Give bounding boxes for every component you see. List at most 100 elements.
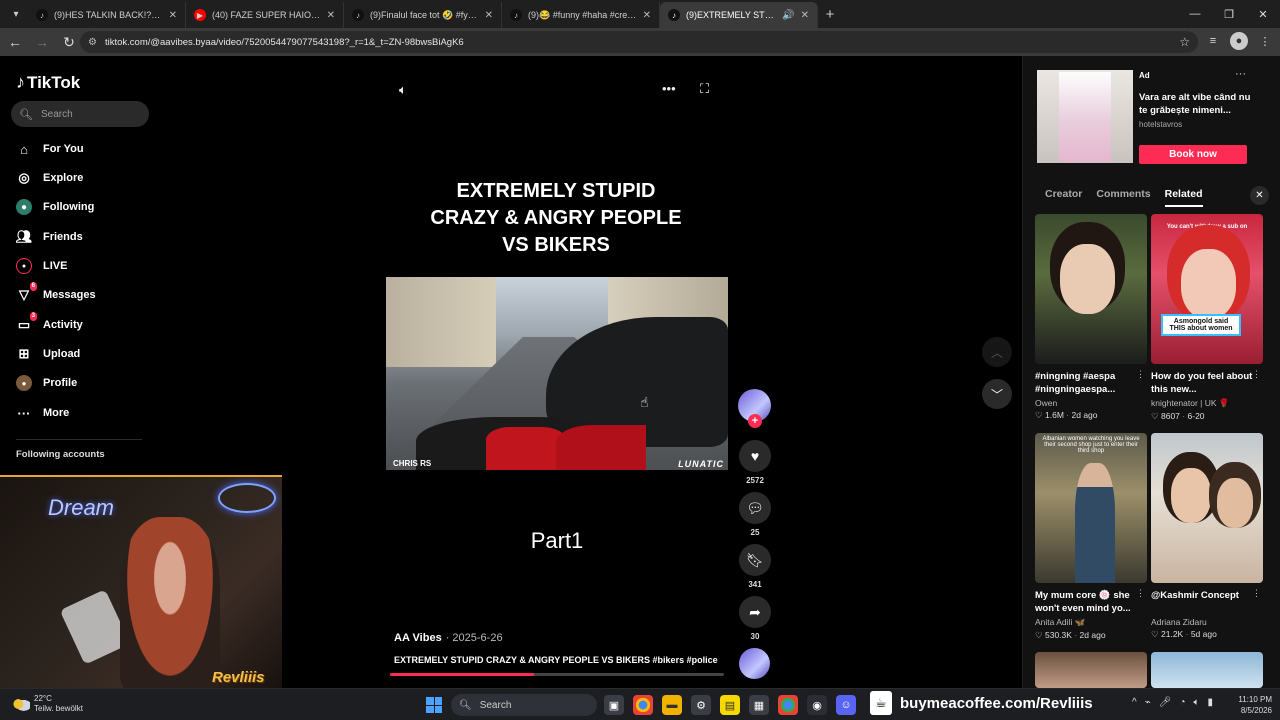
app-icon[interactable]: ▦ — [749, 695, 769, 715]
file-explorer-icon[interactable]: ▬ — [662, 695, 682, 715]
video-thumbnail[interactable]: Albanian women watching you leave their … — [1035, 433, 1147, 583]
video-thumbnail[interactable] — [1035, 214, 1147, 364]
video-thumbnail[interactable] — [1151, 433, 1263, 583]
comment-button[interactable]: 💬︎ — [739, 492, 771, 524]
sticky-notes-icon[interactable]: ▤ — [720, 695, 740, 715]
tab-creator[interactable]: Creator — [1045, 188, 1082, 207]
battery-icon[interactable]: ▮ — [1207, 697, 1213, 708]
sidebar-item-profile[interactable]: ● Profile — [16, 375, 77, 391]
volume-icon[interactable]: 🔈︎ — [399, 82, 407, 98]
restore-icon[interactable]: ❐ — [1212, 0, 1246, 28]
fullscreen-icon[interactable]: ⛶ — [700, 81, 709, 97]
sidebar-item-friends[interactable]: 👥︎ Friends — [16, 229, 83, 245]
card-author[interactable]: Adriana Zidaru — [1151, 617, 1263, 627]
close-icon[interactable]: ✕ — [643, 10, 651, 21]
more-icon[interactable]: ··· — [1235, 68, 1246, 80]
video-thumbnail[interactable] — [1035, 652, 1147, 688]
clock[interactable]: 11:10 PM 8/5/2026 — [1228, 694, 1272, 716]
close-window-icon[interactable]: ✕ — [1246, 0, 1280, 28]
like-button[interactable]: ♥ — [739, 440, 771, 472]
browser-tab[interactable]: ♪ (9)Finalul face tot 🤣 #fyp #vin ✕ — [344, 2, 502, 28]
site-info-icon[interactable]: ⚙ — [88, 37, 97, 48]
save-button[interactable]: 🔖︎ — [739, 544, 771, 576]
card-title[interactable]: How do you feel about this new... — [1151, 370, 1263, 396]
browser-tab[interactable]: ▶ (40) FAZE SUPER HAIOASE - Yo ✕ — [186, 2, 344, 28]
related-video-card[interactable]: @Kashmir Concept ⋮ Adriana Zidaru ♡ 21.2… — [1151, 433, 1263, 640]
url-field[interactable]: ⚙ tiktok.com/@aavibes.byaa/video/7520054… — [80, 31, 1198, 53]
chrome-icon[interactable] — [778, 695, 798, 715]
follow-plus-icon[interactable]: + — [748, 414, 762, 428]
minimize-icon[interactable]: — — [1178, 0, 1212, 28]
sidebar-item-messages[interactable]: ▽ 6 Messages — [16, 282, 96, 303]
sidebar-item-following[interactable]: ● Following — [16, 199, 94, 215]
card-author[interactable]: Anita Adili 🦋 — [1035, 617, 1147, 628]
related-video-card[interactable]: #ningning #aespa #ningningaespa... ⋮ Owe… — [1035, 214, 1147, 421]
card-title[interactable]: My mum core 🍥 she won't even mind yo... — [1035, 589, 1147, 615]
book-now-button[interactable]: Book now — [1139, 145, 1247, 164]
tiktok-logo[interactable]: ♪ TikTok — [16, 72, 80, 93]
video-frame[interactable]: CHRIS RS LUNATIC — [386, 277, 728, 470]
author-name[interactable]: AA Vibes — [394, 632, 442, 644]
video-thumbnail[interactable] — [1151, 652, 1263, 688]
weather-widget[interactable]: 22°C Teilw. bewölkt — [12, 694, 83, 714]
share-button[interactable]: ➦ — [739, 596, 771, 628]
sidebar-item-activity[interactable]: ▭ 3 Activity — [16, 312, 83, 333]
more-icon[interactable]: ⋮ — [1252, 588, 1261, 599]
card-author[interactable]: Owen — [1035, 398, 1147, 408]
sidebar-item-explore[interactable]: ◎ Explore — [16, 170, 83, 186]
related-video-card[interactable]: Albanian women watching you leave their … — [1035, 433, 1147, 641]
sidebar-item-for-you[interactable]: ⌂ For You — [16, 141, 83, 157]
sidebar-item-live[interactable]: ● LIVE — [16, 258, 67, 274]
card-title[interactable]: @Kashmir Concept — [1151, 589, 1263, 615]
avatar[interactable]: ● — [1230, 32, 1248, 50]
network-icon[interactable]: ⌁ — [1145, 697, 1151, 708]
close-icon[interactable]: ✕ — [801, 10, 809, 21]
new-tab-button[interactable]: + — [818, 6, 842, 23]
browser-tab[interactable]: ♪ (9)😂 #funny #haha #creasyfor ✕ — [502, 2, 660, 28]
volume-icon[interactable]: 🔈︎ — [1193, 697, 1199, 708]
search-input[interactable]: 🔍︎ Search — [11, 101, 149, 127]
taskbar-search[interactable]: 🔍︎ Search — [451, 694, 597, 716]
tab-comments[interactable]: Comments — [1096, 188, 1150, 207]
related-video-card[interactable]: You can't withdraw a sub on twitch btw!!… — [1151, 214, 1263, 422]
chevron-up-icon[interactable]: ^ — [1132, 697, 1137, 708]
back-icon[interactable]: ← — [3, 30, 27, 54]
more-icon[interactable]: ⋮ — [1136, 369, 1145, 380]
chrome-icon[interactable] — [633, 695, 653, 715]
more-icon[interactable]: ⋮ — [1136, 588, 1145, 599]
related-video-card[interactable] — [1035, 652, 1147, 688]
wifi-icon[interactable]: ◔ — [1179, 697, 1185, 708]
video-author[interactable]: AA Vibes · 2025-6-26 — [394, 632, 503, 644]
close-icon[interactable]: ✕ — [327, 10, 335, 21]
obs-icon[interactable]: ◉ — [807, 695, 827, 715]
menu-icon[interactable]: ⋮ — [1256, 32, 1274, 50]
card-author[interactable]: knightenator | UK 🌹 — [1151, 398, 1263, 409]
speaker-icon[interactable]: 🔊 — [782, 10, 794, 21]
next-video-button[interactable]: ﹀ — [982, 379, 1012, 409]
browser-tab[interactable]: ♪ (9)HES TALKIN BACK!?!?. . . . . ✕ — [28, 2, 186, 28]
discord-icon[interactable]: ☺ — [836, 695, 856, 715]
more-options-icon[interactable]: ••• — [662, 81, 676, 96]
reading-list-icon[interactable]: ≡ — [1204, 32, 1222, 50]
card-title[interactable]: #ningning #aespa #ningningaespa... — [1035, 370, 1147, 396]
tab-related[interactable]: Related — [1164, 188, 1203, 207]
sidebar-item-upload[interactable]: ⊞ Upload — [16, 346, 81, 362]
bookmark-star-icon[interactable]: ☆ — [1179, 35, 1190, 49]
sidebar-item-more[interactable]: ··· More — [16, 405, 70, 421]
windows-start-icon[interactable] — [426, 697, 442, 713]
previous-video-button[interactable]: ︿ — [982, 337, 1012, 367]
close-icon[interactable]: ✕ — [485, 10, 493, 21]
task-view-icon[interactable]: ▣ — [604, 695, 624, 715]
forward-icon[interactable]: → — [30, 30, 54, 54]
related-video-card[interactable] — [1151, 652, 1263, 688]
browser-tab-active[interactable]: ♪ (9)EXTREMELY STUPID CRA 🔊 ✕ — [660, 2, 818, 28]
reload-icon[interactable]: ↻ — [57, 30, 81, 54]
sound-avatar[interactable] — [739, 648, 770, 679]
mic-icon[interactable]: 🎤︎ — [1159, 697, 1172, 708]
video-thumbnail[interactable]: You can't withdraw a sub on twitch btw!!… — [1151, 214, 1263, 364]
more-icon[interactable]: ⋮ — [1252, 369, 1261, 380]
ad-handle[interactable]: hotelstavros — [1139, 120, 1182, 129]
close-icon[interactable]: ✕ — [169, 10, 177, 21]
close-panel-icon[interactable]: ✕ — [1250, 186, 1269, 205]
settings-icon[interactable]: ⚙ — [691, 695, 711, 715]
